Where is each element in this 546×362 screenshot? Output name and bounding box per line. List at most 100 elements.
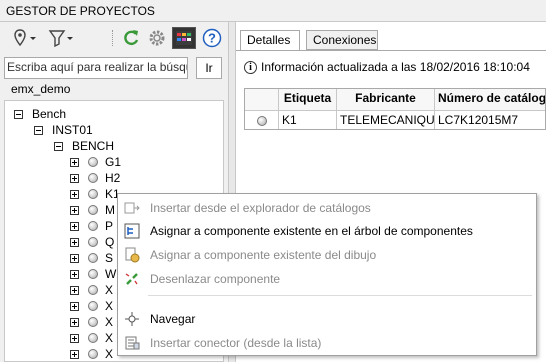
expand-icon[interactable] (70, 205, 79, 215)
info-text: Información actualizada a las (261, 60, 417, 74)
tree-node-label: M (105, 203, 115, 217)
tab-divider (236, 50, 546, 51)
tree-node-item[interactable]: P (70, 218, 113, 234)
tree-node-label: W (105, 267, 117, 281)
toolbar: ? (0, 22, 224, 54)
tree-node-root[interactable]: Bench (14, 106, 66, 122)
tree-node-label: INST01 (52, 123, 93, 137)
expand-icon[interactable] (70, 173, 79, 183)
unlink-icon (124, 271, 140, 287)
details-grid: Etiqueta Fabricante Número de catálogo K… (244, 88, 546, 130)
menu-item-insert-connector[interactable]: Insertar conector (desde la lista) (118, 331, 536, 355)
filter-icon[interactable] (46, 27, 76, 49)
menu-item-label: Asignar a componente existente en el árb… (150, 224, 473, 238)
tab-detalles[interactable]: Detalles (240, 30, 300, 51)
expand-icon[interactable] (70, 237, 79, 247)
tree-node-group[interactable]: BENCH (54, 138, 114, 154)
tab-conexiones[interactable]: Conexiones (306, 30, 378, 50)
status-dot-icon (88, 317, 98, 327)
expand-icon[interactable] (70, 317, 79, 327)
tree-node-item[interactable]: X (70, 346, 114, 361)
info-icon: i (244, 60, 257, 74)
status-dot-icon (88, 173, 98, 183)
toolbar-divider (112, 30, 113, 46)
catalog-icon[interactable] (172, 27, 196, 49)
search-row: Escriba aquí para realizar la búsqueda I… (4, 57, 222, 79)
tree-node-label: X (105, 299, 114, 313)
tree-node-label: S (105, 251, 114, 265)
project-name: emx_demo (11, 82, 71, 96)
status-dot-icon (88, 333, 98, 343)
row-status-cell (245, 111, 279, 129)
table-row[interactable]: K1 TELEMECANIQUE LC7K12015M7 (245, 111, 545, 129)
tree-node-label: H2 (105, 171, 121, 185)
tree-node-label: X (105, 315, 114, 329)
insert-catalog-icon (124, 200, 140, 216)
menu-item-insert-catalog[interactable]: Insertar desde el explorador de catálogo… (118, 196, 536, 220)
tree-node-item[interactable]: H2 (70, 170, 120, 186)
status-dot-icon (88, 205, 98, 215)
collapse-icon[interactable] (14, 109, 23, 119)
expand-icon[interactable] (70, 269, 79, 279)
expand-icon[interactable] (70, 301, 79, 311)
collapse-icon[interactable] (54, 141, 63, 151)
tree-node-label: X (105, 331, 114, 345)
menu-item-unlink[interactable]: Desenlazar componente (118, 267, 536, 291)
search-input[interactable]: Escriba aquí para realizar la búsqueda (4, 57, 188, 79)
tree-node-item[interactable]: X (70, 298, 113, 314)
tree-node-label: X (105, 283, 114, 297)
search-go-button[interactable]: Ir (196, 57, 222, 79)
tree-node-item[interactable]: W (70, 266, 116, 282)
grid-header-cell[interactable]: Etiqueta (279, 89, 337, 111)
settings-icon[interactable] (146, 27, 168, 49)
tree-node-item[interactable]: X (70, 282, 113, 298)
status-dot-icon (88, 237, 98, 247)
status-dot-icon (88, 157, 98, 167)
expand-icon[interactable] (70, 333, 79, 343)
menu-separator (148, 295, 532, 296)
collapse-icon[interactable] (34, 125, 43, 135)
expand-icon[interactable] (70, 221, 79, 231)
window-title: GESTOR DE PROYECTOS (0, 0, 546, 22)
tree-node-item[interactable]: Q (70, 234, 114, 250)
grid-header-cell[interactable]: Fabricante (337, 89, 435, 111)
expand-icon[interactable] (70, 349, 79, 359)
tree-node-item[interactable]: M (70, 202, 115, 218)
tree-node-label: G1 (105, 155, 122, 169)
info-line: i Información actualizada a las 18/02/20… (244, 60, 530, 74)
insert-connector-icon (124, 335, 140, 351)
menu-item-assign-tree[interactable]: Asignar a componente existente en el árb… (118, 219, 536, 243)
tree-node-item[interactable]: G1 (70, 154, 121, 170)
grid-cell[interactable]: LC7K12015M7 (435, 111, 545, 129)
tree-node-item[interactable]: S (70, 250, 113, 266)
grid-cell[interactable]: K1 (279, 111, 337, 129)
expand-icon[interactable] (70, 157, 79, 167)
svg-text:?: ? (208, 31, 216, 46)
status-dot-icon (88, 221, 98, 231)
menu-item-navigate[interactable]: Navegar (118, 307, 536, 331)
expand-icon[interactable] (70, 189, 79, 199)
info-timestamp: 18/02/2016 18:10:04 (419, 60, 530, 74)
help-icon[interactable]: ? (202, 27, 222, 49)
refresh-icon[interactable] (120, 27, 142, 49)
expand-icon[interactable] (70, 285, 79, 295)
grid-header-row: Etiqueta Fabricante Número de catálogo (245, 89, 545, 111)
expand-icon[interactable] (70, 253, 79, 263)
grid-header-cell[interactable]: Número de catálogo (435, 89, 545, 111)
map-pin-icon[interactable] (10, 27, 40, 49)
tree-node-label: X (105, 347, 114, 361)
menu-item-label: Desenlazar componente (150, 272, 281, 286)
tree-node-item[interactable]: K1 (70, 186, 120, 202)
menu-item-label: Insertar desde el explorador de catálogo… (150, 201, 371, 215)
status-dot-icon (88, 269, 98, 279)
tree-node-item[interactable]: X (70, 314, 113, 330)
menu-item-assign-drawing[interactable]: Asignar a componente existente del dibuj… (118, 243, 536, 267)
status-dot-icon (88, 301, 98, 311)
tree-node-inst[interactable]: INST01 (34, 122, 93, 138)
grid-cell[interactable]: TELEMECANIQUE (337, 111, 435, 129)
tree-node-item[interactable]: X (70, 330, 113, 346)
status-dot-icon (256, 115, 267, 126)
menu-item-label: Insertar conector (desde la lista) (150, 336, 322, 350)
status-dot-icon (88, 253, 98, 263)
status-dot-icon (88, 189, 98, 199)
